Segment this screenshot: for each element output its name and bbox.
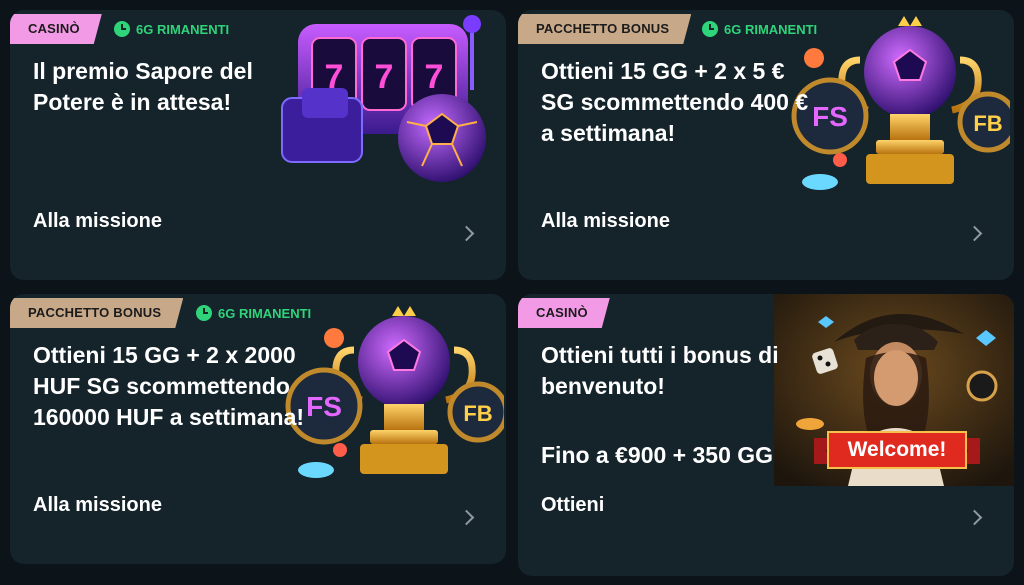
mission-link[interactable]: Alla missione — [33, 494, 162, 517]
mission-card-bonus-huf[interactable]: PACCHETTO BONUS 6G RIMANENTI FS FB Ottie… — [10, 294, 506, 564]
welcome-banner-label: Welcome! — [847, 438, 947, 461]
mission-card-bonus[interactable]: PACCHETTO BONUS 6G RIMANENTI FS FB Ottie… — [518, 10, 1014, 280]
svg-text:FS: FS — [306, 391, 342, 422]
mission-link[interactable]: Alla missione — [541, 210, 670, 233]
category-tag: CASINÒ — [518, 298, 610, 328]
svg-text:7: 7 — [375, 58, 394, 96]
clock-icon — [702, 21, 718, 37]
category-tag: CASINÒ — [10, 14, 102, 44]
clock-icon — [196, 305, 212, 321]
card-title: Ottieni 15 GG + 2 x 5 € SG scommettendo … — [541, 58, 809, 146]
trophy-ball-coins-icon: FS FB — [285, 306, 504, 478]
time-remaining-label: 6G RIMANENTI — [136, 21, 230, 37]
mission-card-casino[interactable]: CASINÒ 6G RIMANENTI Il premio Sapore del… — [10, 10, 506, 280]
trophy-ball-coins-icon: FS FB — [791, 16, 1010, 190]
time-remaining: 6G RIMANENTI — [114, 20, 229, 38]
svg-text:FS: FS — [812, 101, 848, 132]
slot-machine-wallet-ball-icon: 7 7 7 — [281, 15, 486, 182]
chevron-right-icon[interactable] — [966, 225, 983, 242]
mission-card-welcome[interactable]: CASINÒ Welcome! Ottieni tutti i bonus di… — [518, 294, 1014, 576]
card-title: Ottieni tutti i bonus di benvenuto! — [541, 342, 779, 399]
claim-link[interactable]: Ottieni — [541, 494, 604, 517]
card-title: Il premio Sapore del Potere è in attesa! — [33, 58, 253, 115]
category-tag: PACCHETTO BONUS — [10, 298, 183, 328]
chevron-right-icon[interactable] — [458, 225, 475, 242]
category-tag: PACCHETTO BONUS — [518, 14, 691, 44]
card-subtitle: Fino a €900 + 350 GG — [541, 442, 774, 468]
chevron-right-icon[interactable] — [966, 509, 983, 526]
card-title: Ottieni 15 GG + 2 x 2000 HUF SG scommett… — [33, 342, 305, 430]
chevron-right-icon[interactable] — [458, 509, 475, 526]
mission-link[interactable]: Alla missione — [33, 210, 162, 233]
welcome-banner: Welcome! — [814, 428, 980, 474]
clock-icon — [114, 21, 130, 37]
svg-text:7: 7 — [425, 58, 444, 96]
svg-text:FB: FB — [973, 111, 1002, 136]
svg-text:FB: FB — [463, 401, 492, 426]
